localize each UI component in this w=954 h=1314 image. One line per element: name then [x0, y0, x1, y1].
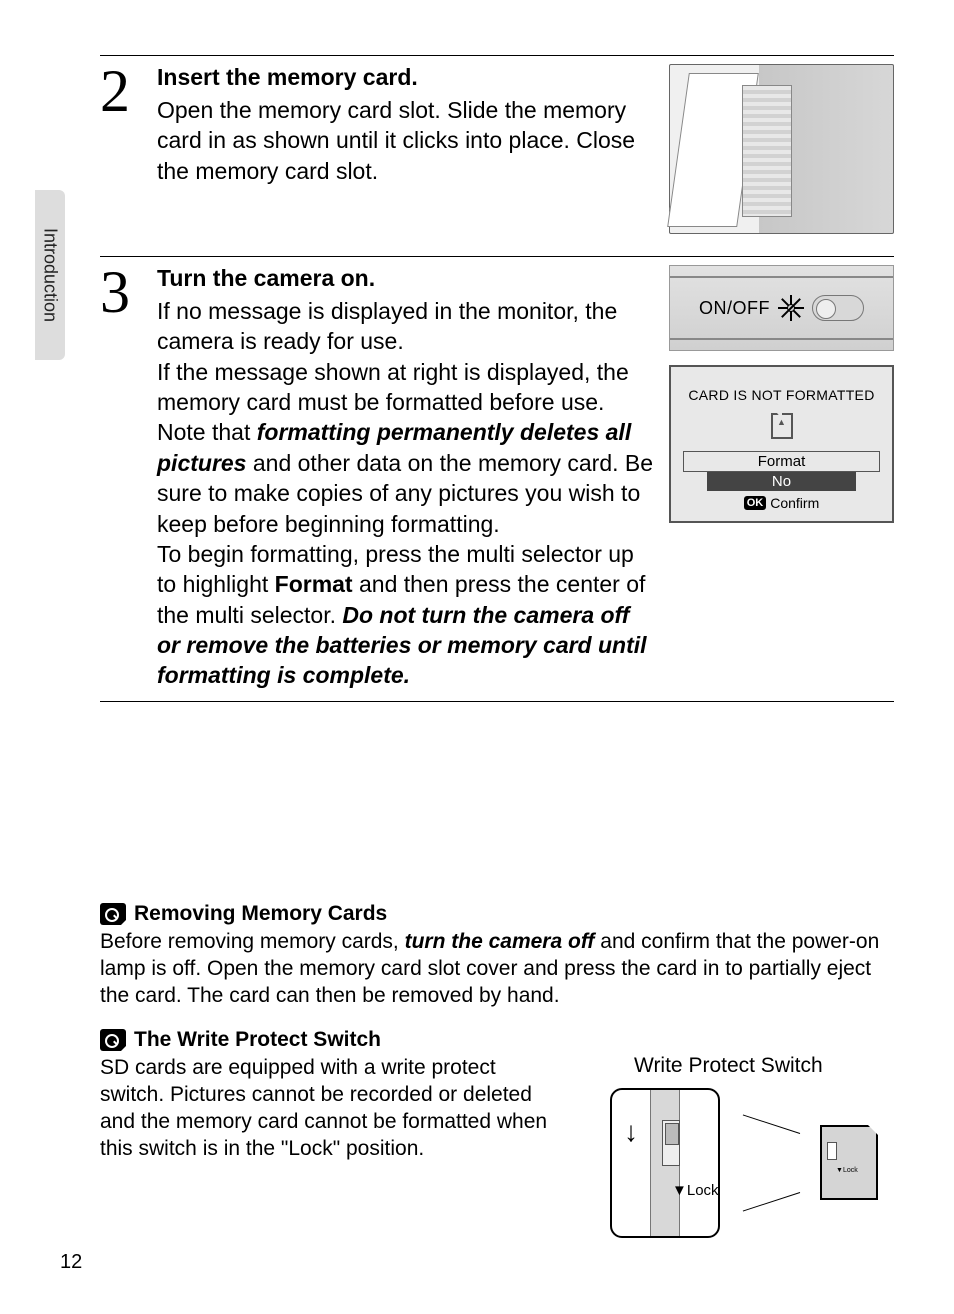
- step-title: Turn the camera on.: [157, 265, 654, 292]
- note-text: SD cards are equipped with a write prote…: [100, 1054, 554, 1163]
- sd-card-icon: ▼Lock: [820, 1125, 878, 1200]
- text: Before removing memory cards,: [100, 930, 405, 953]
- step-2: 2 Insert the memory card. Open the memor…: [100, 56, 894, 256]
- section-tab-label: Introduction: [40, 228, 61, 322]
- memory-card-icon: [771, 413, 793, 439]
- down-arrow-icon: ↓: [624, 1118, 638, 1146]
- note-removing-cards: Removing Memory Cards Before removing me…: [100, 902, 894, 1010]
- step-number: 2: [100, 64, 142, 234]
- text: If no message is displayed in the monito…: [157, 298, 617, 354]
- note-write-protect: The Write Protect Switch SD cards are eq…: [100, 1028, 894, 1238]
- emphasis: turn the camera off: [405, 930, 595, 953]
- ok-badge-icon: OK: [744, 496, 767, 510]
- note-title: The Write Protect Switch: [134, 1028, 381, 1052]
- diagram-caption: Write Protect Switch: [594, 1054, 894, 1078]
- section-tab: Introduction: [35, 190, 65, 360]
- power-led-icon: [778, 295, 804, 321]
- lock-label-small: Lock: [843, 1167, 858, 1174]
- camera-screen-illustration: CARD IS NOT FORMATTED Format No OK Confi…: [669, 365, 894, 523]
- note-icon: [100, 1029, 126, 1051]
- memory-card-slot-illustration: [669, 64, 894, 234]
- step-text: Open the memory card slot. Slide the mem…: [157, 95, 654, 186]
- note-text: Before removing memory cards, turn the c…: [100, 928, 894, 1010]
- note-icon: [100, 903, 126, 925]
- on-off-illustration: ON/OFF: [669, 265, 894, 351]
- note-title: Removing Memory Cards: [134, 902, 387, 926]
- write-protect-diagram: ↓ ▼Lock ▼Lock: [594, 1088, 894, 1238]
- on-off-label: ON/OFF: [699, 298, 770, 319]
- step-3: 3 Turn the camera on. If no message is d…: [100, 257, 894, 701]
- screen-message: CARD IS NOT FORMATTED: [677, 387, 886, 403]
- page-number: 12: [60, 1251, 82, 1274]
- step-title: Insert the memory card.: [157, 64, 654, 91]
- step-text: If no message is displayed in the monito…: [157, 296, 654, 691]
- bold: Format: [275, 571, 353, 597]
- lock-label: Lock: [687, 1182, 719, 1199]
- format-option: Format: [683, 451, 880, 472]
- power-switch-icon: [812, 295, 864, 321]
- confirm-label: Confirm: [770, 495, 819, 511]
- no-option: No: [707, 472, 856, 491]
- rule: [100, 701, 894, 702]
- step-number: 3: [100, 265, 142, 691]
- write-protect-zoom: ↓ ▼Lock: [610, 1088, 720, 1238]
